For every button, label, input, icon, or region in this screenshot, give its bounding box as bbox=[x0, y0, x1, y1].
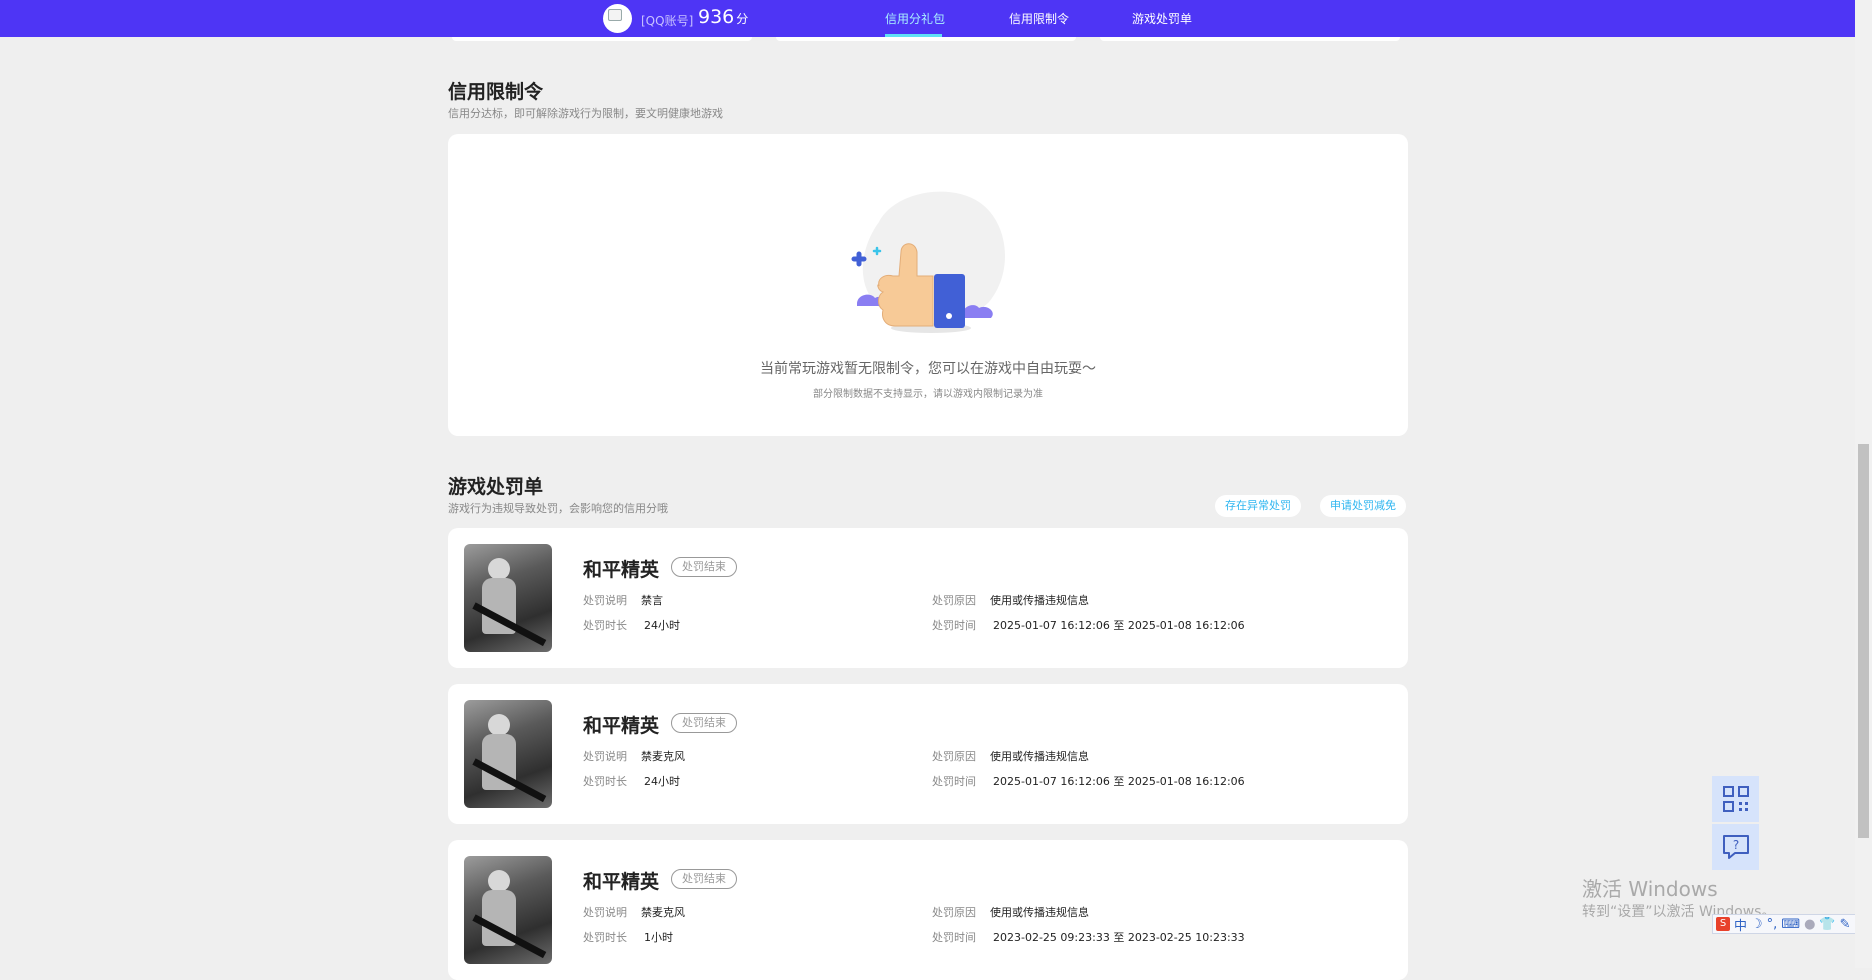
game-thumbnail bbox=[464, 856, 552, 964]
penalty-card[interactable]: 和平精英 处罚结束 处罚说明 禁麦克风 处罚时长 24小时 处罚原因 使用或传播… bbox=[448, 684, 1408, 824]
restriction-empty-card: 当前常玩游戏暂无限制令，您可以在游戏中自由玩耍～ 部分限制数据不支持显示，请以游… bbox=[448, 134, 1408, 436]
nav-credit-restriction[interactable]: 信用限制令 bbox=[1009, 10, 1069, 27]
avatar[interactable] bbox=[603, 4, 632, 33]
moon-icon[interactable]: ☽ bbox=[1751, 917, 1763, 932]
time-label: 处罚时间 bbox=[932, 619, 976, 632]
qq-account-label: [QQ账号] bbox=[641, 14, 694, 28]
desc-label: 处罚说明 bbox=[583, 906, 627, 919]
time-value: 2025-01-07 16:12:06 至 2025-01-08 16:12:0… bbox=[993, 775, 1245, 788]
nav-credit-gift[interactable]: 信用分礼包 bbox=[885, 10, 945, 27]
penalty-title: 游戏处罚单 bbox=[448, 476, 544, 498]
skin-icon[interactable]: 👕 bbox=[1819, 917, 1835, 932]
game-thumbnail bbox=[464, 700, 552, 808]
status-badge: 处罚结束 bbox=[671, 557, 737, 577]
desc-value: 禁麦克风 bbox=[641, 906, 685, 919]
card-remnant bbox=[1100, 37, 1400, 41]
duration-value: 24小时 bbox=[644, 619, 680, 632]
svg-text:?: ? bbox=[1732, 838, 1738, 852]
top-bar: [QQ账号] 936 分 信用分礼包 信用限制令 游戏处罚单 bbox=[0, 0, 1855, 37]
game-name: 和平精英 bbox=[583, 715, 660, 737]
abnormal-penalty-button[interactable]: 存在异常处罚 bbox=[1215, 495, 1301, 517]
time-label: 处罚时间 bbox=[932, 775, 976, 788]
nav-game-penalty[interactable]: 游戏处罚单 bbox=[1132, 10, 1192, 27]
desc-value: 禁麦克风 bbox=[641, 750, 685, 763]
restriction-title: 信用限制令 bbox=[448, 81, 544, 103]
duration-label: 处罚时长 bbox=[583, 619, 627, 632]
qr-code-button[interactable] bbox=[1712, 776, 1759, 822]
game-name: 和平精英 bbox=[583, 559, 660, 581]
card-remnant bbox=[452, 37, 752, 41]
reason-value: 使用或传播违规信息 bbox=[990, 906, 1089, 919]
empty-message: 当前常玩游戏暂无限制令，您可以在游戏中自由玩耍～ bbox=[760, 361, 1096, 377]
penalty-card[interactable]: 和平精英 处罚结束 处罚说明 禁麦克风 处罚时长 1小时 处罚原因 使用或传播违… bbox=[448, 840, 1408, 980]
penalty-card[interactable]: 和平精英 处罚结束 处罚说明 禁言 处罚时长 24小时 处罚原因 使用或传播违规… bbox=[448, 528, 1408, 668]
game-thumbnail bbox=[464, 544, 552, 652]
desc-label: 处罚说明 bbox=[583, 594, 627, 607]
credit-score: 936 分 bbox=[698, 6, 749, 28]
qr-code-icon bbox=[1722, 786, 1749, 812]
punctuation-icon[interactable]: °, bbox=[1767, 917, 1778, 932]
duration-label: 处罚时长 bbox=[583, 775, 627, 788]
time-value: 2025-01-07 16:12:06 至 2025-01-08 16:12:0… bbox=[993, 619, 1245, 632]
desc-label: 处罚说明 bbox=[583, 750, 627, 763]
restriction-subtitle: 信用分达标，即可解除游戏行为限制，要文明健康地游戏 bbox=[448, 107, 723, 120]
duration-value: 24小时 bbox=[644, 775, 680, 788]
help-feedback-button[interactable]: ? bbox=[1712, 824, 1759, 870]
reason-label: 处罚原因 bbox=[932, 750, 976, 763]
thumbs-up-illustration bbox=[851, 191, 1006, 333]
scrollbar-thumb[interactable] bbox=[1858, 444, 1869, 838]
status-badge: 处罚结束 bbox=[671, 869, 737, 889]
penalty-subtitle: 游戏行为违规导致处罚，会影响您的信用分哦 bbox=[448, 502, 668, 515]
keyboard-icon[interactable]: ⌨ bbox=[1781, 917, 1800, 932]
settings-tool-icon[interactable]: ✎ bbox=[1840, 917, 1851, 932]
ime-mode-toggle[interactable]: 中 bbox=[1734, 915, 1747, 934]
duration-value: 1小时 bbox=[644, 931, 673, 944]
ime-toolbar: S 中 ☽ °, ⌨ ● 👕 ✎ bbox=[1712, 914, 1872, 934]
game-name: 和平精英 bbox=[583, 871, 660, 893]
windows-activation-title: 激活 Windows bbox=[1582, 877, 1718, 901]
reason-label: 处罚原因 bbox=[932, 906, 976, 919]
time-value: 2023-02-25 09:23:33 至 2023-02-25 10:23:3… bbox=[993, 931, 1245, 944]
sogou-logo-icon[interactable]: S bbox=[1716, 917, 1730, 931]
empty-note: 部分限制数据不支持显示，请以游戏内限制记录为准 bbox=[813, 389, 1043, 400]
user-icon[interactable]: ● bbox=[1804, 917, 1815, 932]
reason-label: 处罚原因 bbox=[932, 594, 976, 607]
desc-value: 禁言 bbox=[641, 594, 663, 607]
reason-value: 使用或传播违规信息 bbox=[990, 750, 1089, 763]
appeal-penalty-button[interactable]: 申请处罚减免 bbox=[1320, 495, 1406, 517]
duration-label: 处罚时长 bbox=[583, 931, 627, 944]
status-badge: 处罚结束 bbox=[671, 713, 737, 733]
card-remnant bbox=[776, 37, 1076, 41]
question-chat-icon: ? bbox=[1722, 835, 1749, 859]
nav-active-indicator bbox=[885, 34, 942, 37]
time-label: 处罚时间 bbox=[932, 931, 976, 944]
reason-value: 使用或传播违规信息 bbox=[990, 594, 1089, 607]
